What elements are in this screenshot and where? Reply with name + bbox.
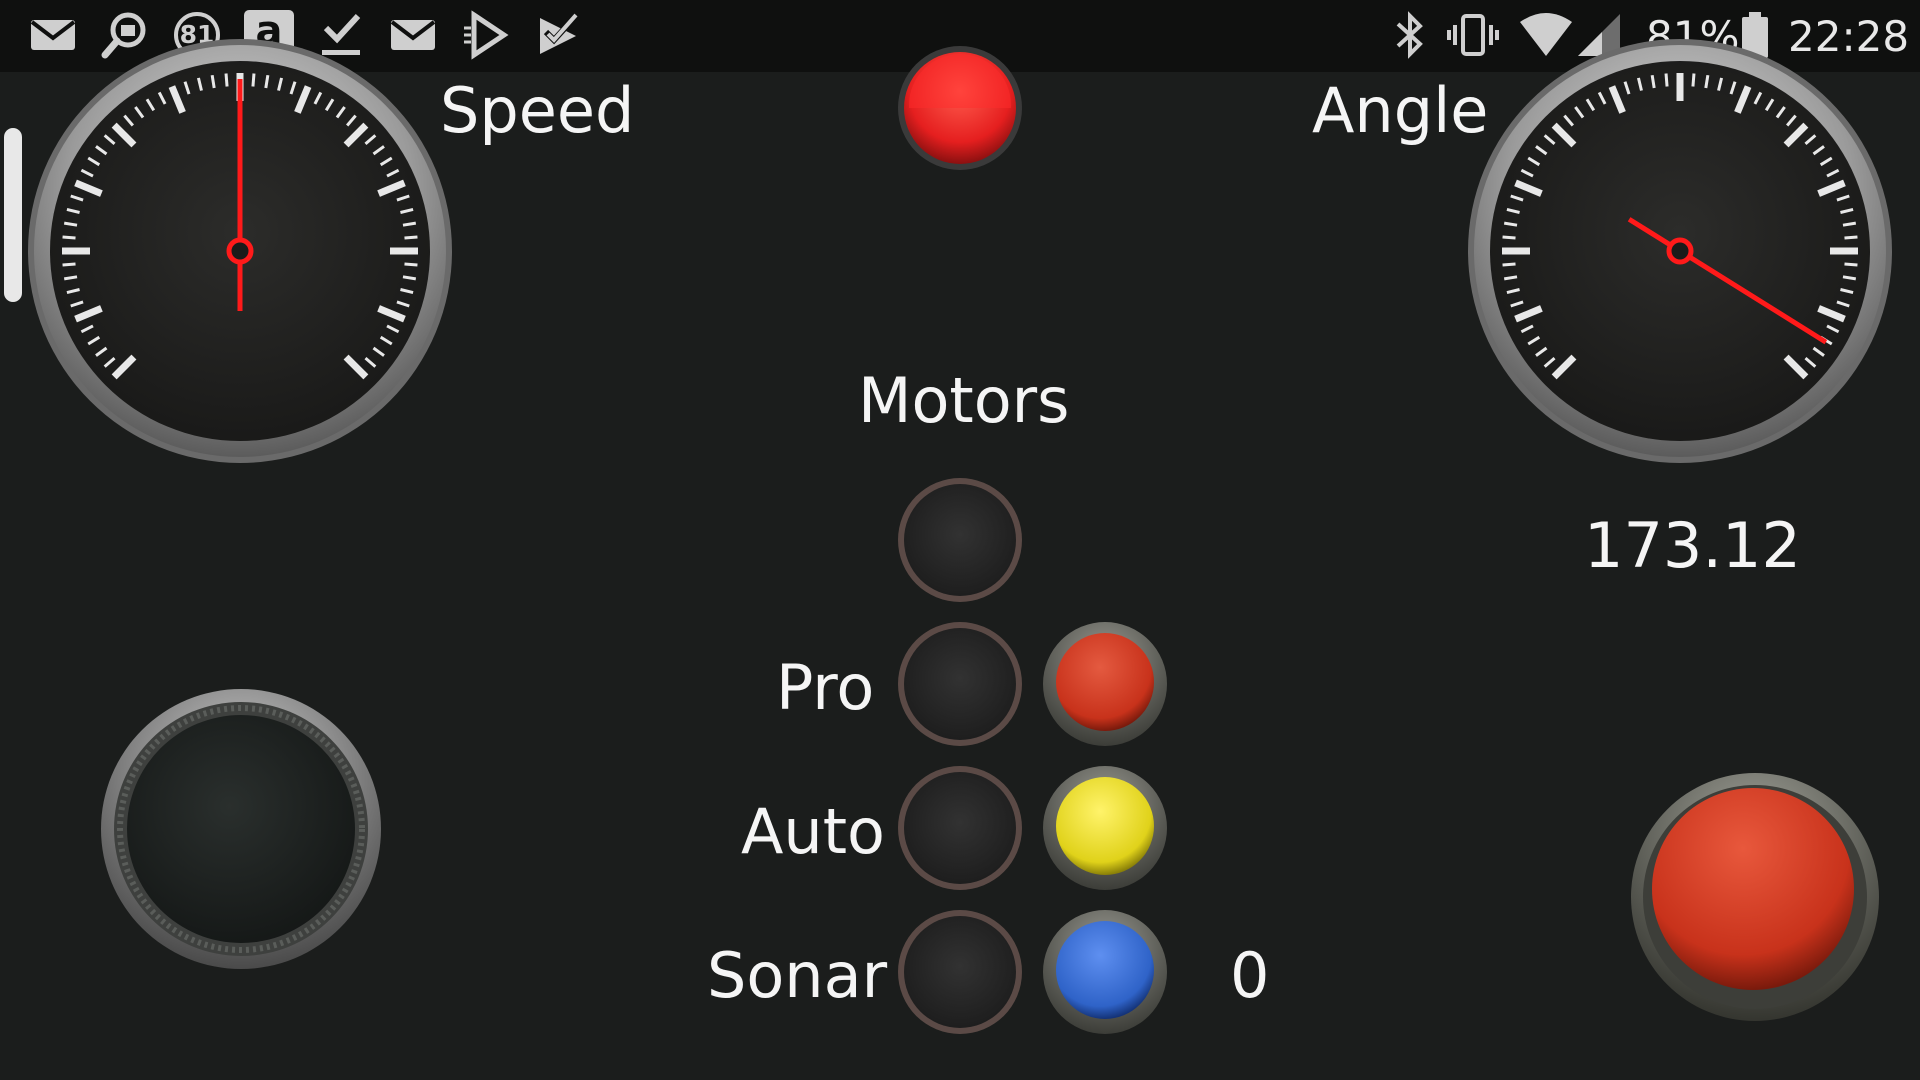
sonar-button[interactable] bbox=[1042, 909, 1168, 1035]
gauge-minor-tick bbox=[63, 221, 78, 227]
gauge-needle-hub bbox=[226, 237, 254, 265]
gauge-minor-tick bbox=[63, 275, 78, 281]
gauge-minor-tick bbox=[1704, 74, 1710, 89]
top-indicator-led bbox=[898, 46, 1022, 170]
gauge-minor-tick bbox=[1503, 275, 1518, 281]
speed-label: Speed bbox=[440, 74, 635, 147]
play-store-icon bbox=[464, 10, 509, 60]
auto-label: Auto bbox=[741, 795, 885, 868]
sonar-led bbox=[898, 910, 1022, 1034]
gauge-minor-tick bbox=[402, 275, 417, 281]
gauge-minor-tick bbox=[264, 74, 270, 89]
gauge-minor-tick bbox=[1503, 221, 1518, 227]
gauge-minor-tick bbox=[1650, 74, 1656, 89]
gauge-minor-tick bbox=[404, 262, 418, 267]
gauge-minor-tick bbox=[1844, 262, 1858, 267]
gauge-minor-tick bbox=[1502, 235, 1516, 240]
gauge-minor-tick bbox=[1691, 73, 1696, 87]
gauge-minor-tick bbox=[1842, 221, 1857, 227]
pro-led bbox=[898, 622, 1022, 746]
action-button[interactable] bbox=[1630, 772, 1880, 1022]
sonar-label: Sonar bbox=[707, 939, 888, 1012]
angle-label: Angle bbox=[1312, 74, 1489, 147]
angle-gauge bbox=[1468, 39, 1892, 463]
gauge-needle-hub bbox=[1666, 237, 1694, 265]
gauge-minor-tick bbox=[402, 221, 417, 227]
gauge-minor-tick bbox=[1842, 275, 1857, 281]
gauge-minor-tick bbox=[62, 262, 76, 267]
gauge-minor-tick bbox=[404, 235, 418, 240]
gauge-minor-tick bbox=[224, 73, 229, 87]
angle-value: 173.12 bbox=[1584, 509, 1801, 582]
gauge-minor-tick bbox=[251, 73, 256, 87]
task-check-icon bbox=[540, 13, 578, 54]
motors-title: Motors bbox=[858, 364, 1070, 437]
scroll-indicator[interactable] bbox=[4, 128, 22, 302]
gauge-minor-tick bbox=[1844, 235, 1858, 240]
gauge-minor-tick bbox=[62, 235, 76, 240]
gauge-minor-tick bbox=[1502, 262, 1516, 267]
pro-button[interactable] bbox=[1042, 621, 1168, 747]
sonar-value: 0 bbox=[1230, 939, 1270, 1012]
gauge-minor-tick bbox=[1664, 73, 1669, 87]
auto-button[interactable] bbox=[1042, 765, 1168, 891]
motors-led bbox=[898, 478, 1022, 602]
gauge-minor-tick bbox=[210, 74, 216, 89]
auto-led bbox=[898, 766, 1022, 890]
joystick[interactable] bbox=[100, 688, 382, 970]
bluetooth-icon bbox=[1396, 11, 1423, 59]
pro-label: Pro bbox=[776, 651, 875, 724]
speed-gauge bbox=[28, 39, 452, 463]
